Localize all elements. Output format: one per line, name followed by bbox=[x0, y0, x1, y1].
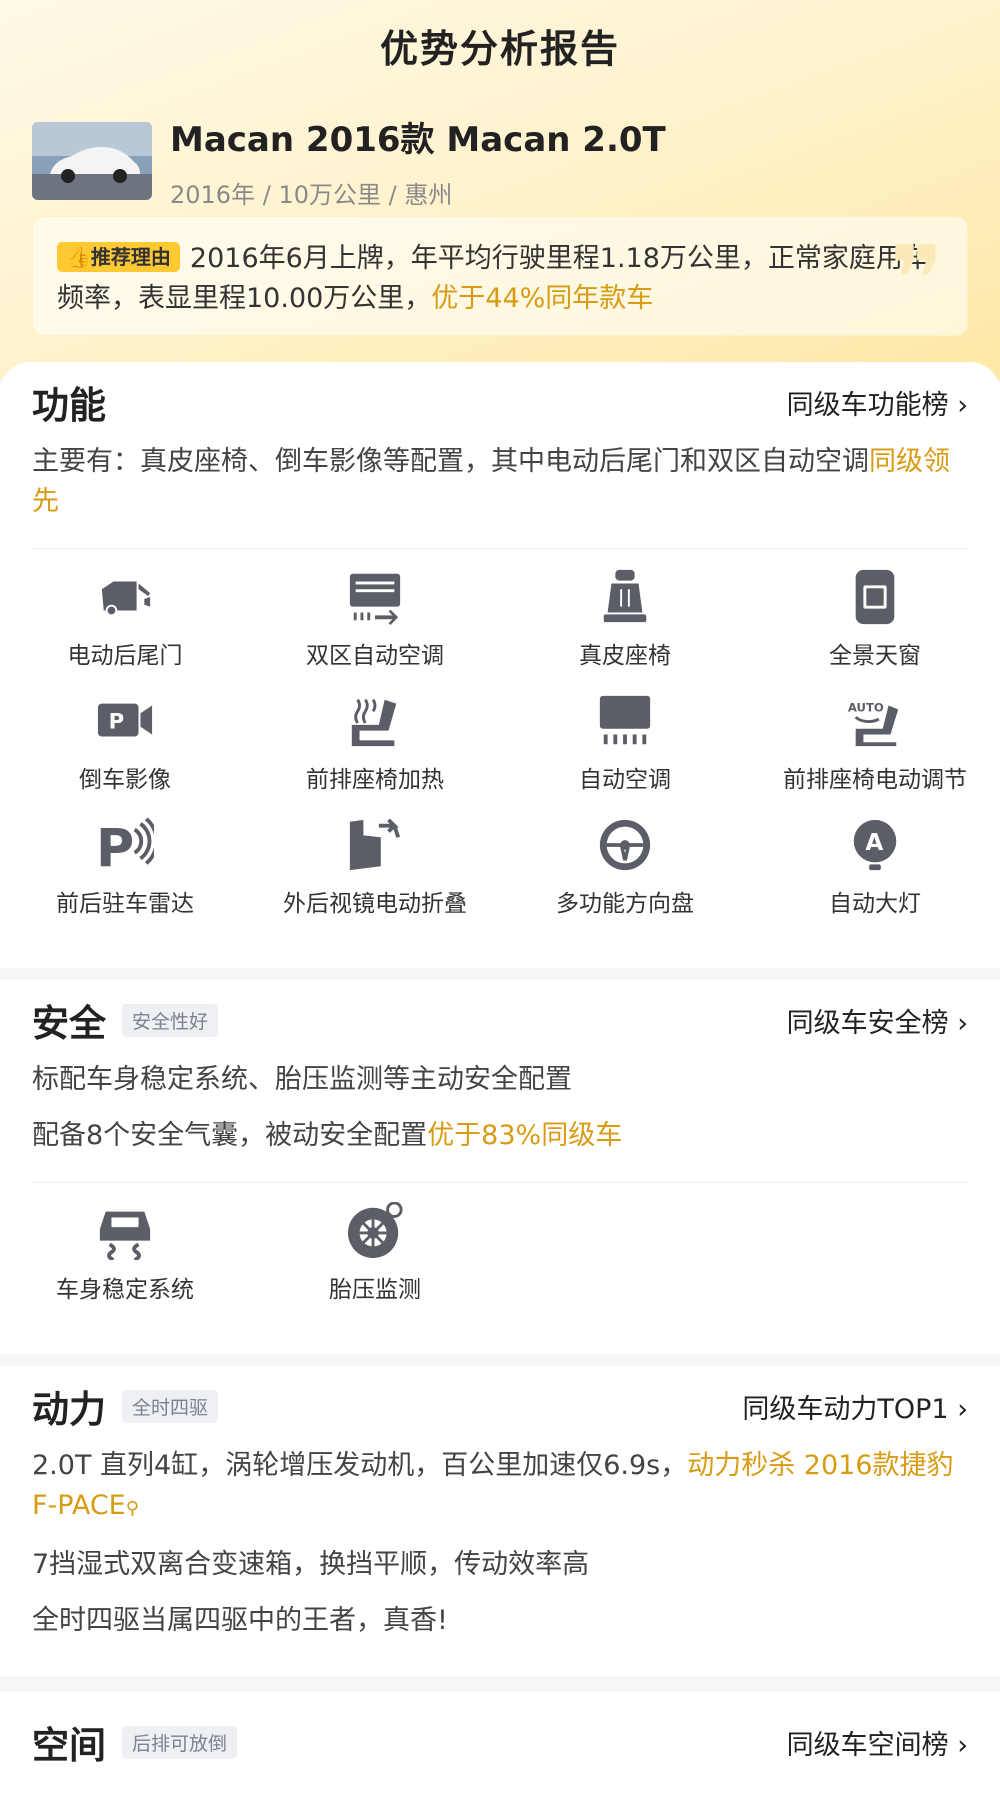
power-seat-adjust-icon bbox=[846, 692, 904, 750]
car-meta: 2016年 / 10万公里 / 惠州 bbox=[170, 175, 666, 210]
power-rank-link[interactable]: 同级车动力TOP1 › bbox=[742, 1387, 968, 1426]
tire-pressure-icon bbox=[346, 1202, 404, 1260]
recommend-tag: 👍推荐理由 bbox=[57, 242, 180, 272]
function-desc-text: 主要有：真皮座椅、倒车影像等配置，其中电动后尾门和双区自动空调 bbox=[32, 446, 869, 477]
power-line-3: 全时四驱当属四驱中的王者，真香! bbox=[32, 1605, 448, 1636]
auto-headlight-icon bbox=[846, 816, 904, 874]
auto-ac-icon bbox=[596, 692, 654, 750]
safety-line-2: 配备8个安全气囊，被动安全配置优于83%同级车 bbox=[32, 1116, 968, 1156]
feature-label: 前后驻车雷达 bbox=[56, 891, 194, 917]
meta-separator: / bbox=[262, 181, 271, 209]
feature-item[interactable]: 倒车影像 bbox=[0, 681, 250, 805]
safety-desc: 标配车身稳定系统、胎压监测等主动安全配置 配备8个安全气囊，被动安全配置优于83… bbox=[32, 1060, 968, 1156]
feature-item[interactable]: 自动大灯 bbox=[750, 805, 1000, 929]
space-rank-link[interactable]: 同级车空间榜 › bbox=[787, 1723, 968, 1762]
meta-separator: / bbox=[388, 181, 397, 209]
feature-item[interactable]: 前后驻车雷达 bbox=[0, 805, 250, 929]
recommend-reason-box: 👍推荐理由 2016年6月上牌，年平均行驶里程1.18万公里，正常家庭用车频率，表… bbox=[32, 216, 968, 336]
safety-header: 安全 安全性好 同级车安全榜 › bbox=[32, 980, 968, 1060]
feature-item[interactable]: 车身稳定系统 bbox=[0, 1191, 250, 1315]
space-header: 空间 后排可放倒 同级车空间榜 › bbox=[32, 1692, 968, 1792]
space-badge: 后排可放倒 bbox=[122, 1725, 238, 1759]
reverse-camera-icon bbox=[96, 692, 154, 750]
feature-label: 真皮座椅 bbox=[579, 643, 671, 669]
power-section: 动力 全时四驱 同级车动力TOP1 › 2.0T 直列4缸，涡轮增压发动机，百公里… bbox=[0, 1366, 1000, 1676]
car-city: 惠州 bbox=[404, 181, 453, 209]
feature-item[interactable]: 多功能方向盘 bbox=[500, 805, 750, 929]
car-mileage: 10万公里 bbox=[278, 181, 381, 209]
function-feature-grid: 电动后尾门 双区自动空调 真皮座椅 全景天窗 倒车影像 前排座椅加热 自动空调 … bbox=[0, 557, 1000, 929]
safety-rank-link[interactable]: 同级车安全榜 › bbox=[787, 1001, 968, 1040]
power-tailgate-icon bbox=[96, 568, 154, 626]
function-section: 功能 同级车功能榜 › 主要有：真皮座椅、倒车影像等配置，其中电动后尾门和双区自… bbox=[0, 362, 1000, 968]
function-header: 功能 同级车功能榜 › bbox=[32, 362, 968, 442]
space-section: 空间 后排可放倒 同级车空间榜 › bbox=[0, 1692, 1000, 1801]
function-rank-link[interactable]: 同级车功能榜 › bbox=[787, 383, 968, 422]
feature-item[interactable]: 胎压监测 bbox=[250, 1191, 500, 1315]
function-desc: 主要有：真皮座椅、倒车影像等配置，其中电动后尾门和双区自动空调同级领先 bbox=[32, 442, 968, 522]
feature-item[interactable]: 自动空调 bbox=[500, 681, 750, 805]
power-line-1: 2.0T 直列4缸，涡轮增压发动机，百公里加速仅6.9s，动力秒杀 2016款捷… bbox=[32, 1446, 968, 1529]
power-line-1-text: 2.0T 直列4缸，涡轮增压发动机，百公里加速仅6.9s， bbox=[32, 1450, 688, 1481]
search-icon[interactable]: ⚲ bbox=[126, 1498, 139, 1519]
car-year: 2016年 bbox=[170, 181, 256, 209]
feature-label: 车身稳定系统 bbox=[56, 1277, 194, 1303]
feature-label: 多功能方向盘 bbox=[556, 891, 694, 917]
feature-item[interactable]: 电动后尾门 bbox=[0, 557, 250, 681]
feature-label: 双区自动空调 bbox=[306, 643, 444, 669]
feature-label: 自动大灯 bbox=[829, 891, 921, 917]
feature-label: 前排座椅加热 bbox=[306, 767, 444, 793]
reason-highlight: 优于44%同年款车 bbox=[431, 283, 654, 314]
parking-radar-icon bbox=[96, 816, 154, 874]
feature-label: 前排座椅电动调节 bbox=[783, 767, 967, 793]
power-line-2: 7挡湿式双离合变速箱，换挡平顺，传动效率高 bbox=[32, 1549, 590, 1580]
power-header: 动力 全时四驱 同级车动力TOP1 › bbox=[32, 1366, 968, 1446]
power-title: 动力 bbox=[32, 1388, 106, 1431]
panoramic-sunroof-icon bbox=[846, 568, 904, 626]
dual-zone-ac-icon bbox=[346, 568, 404, 626]
header-area: 优势分析报告 Macan 2016款 Macan 2.0T 2016年 / 10… bbox=[0, 0, 1000, 380]
feature-label: 全景天窗 bbox=[829, 643, 921, 669]
recommend-tag-label: 推荐理由 bbox=[90, 245, 171, 269]
feature-label: 自动空调 bbox=[579, 767, 671, 793]
car-name: Macan 2016款 Macan 2.0T bbox=[170, 120, 666, 160]
leather-seat-icon bbox=[596, 568, 654, 626]
car-info[interactable]: Macan 2016款 Macan 2.0T 2016年 / 10万公里 / 惠… bbox=[32, 112, 666, 210]
divider bbox=[32, 1182, 968, 1183]
steering-wheel-icon bbox=[596, 816, 654, 874]
feature-item[interactable]: 前排座椅加热 bbox=[250, 681, 500, 805]
power-badge: 全时四驱 bbox=[122, 1389, 219, 1423]
feature-item[interactable]: 全景天窗 bbox=[750, 557, 1000, 681]
thumbs-up-icon: 👍 bbox=[66, 245, 91, 269]
feature-label: 倒车影像 bbox=[79, 767, 171, 793]
safety-title: 安全 bbox=[32, 1002, 106, 1045]
quote-deco-icon: ❞ bbox=[890, 227, 943, 332]
safety-line-1: 标配车身稳定系统、胎压监测等主动安全配置 bbox=[32, 1064, 572, 1095]
safety-badge: 安全性好 bbox=[122, 1003, 219, 1037]
feature-label: 电动后尾门 bbox=[67, 643, 183, 669]
feature-label: 胎压监测 bbox=[329, 1277, 421, 1303]
safety-section: 安全 安全性好 同级车安全榜 › 标配车身稳定系统、胎压监测等主动安全配置 配备8… bbox=[0, 980, 1000, 1354]
power-title-wrap: 动力 全时四驱 bbox=[32, 1379, 219, 1433]
seat-heating-icon bbox=[346, 692, 404, 750]
safety-highlight: 优于83%同级车 bbox=[427, 1120, 623, 1151]
car-thumbnail[interactable] bbox=[32, 122, 152, 200]
feature-item[interactable]: 双区自动空调 bbox=[250, 557, 500, 681]
space-title-wrap: 空间 后排可放倒 bbox=[32, 1715, 238, 1769]
mirror-fold-icon bbox=[346, 816, 404, 874]
page-title: 优势分析报告 bbox=[379, 27, 620, 71]
safety-line-2-text: 配备8个安全气囊，被动安全配置 bbox=[32, 1120, 428, 1151]
divider bbox=[32, 548, 968, 549]
feature-item[interactable]: 真皮座椅 bbox=[500, 557, 750, 681]
function-title: 功能 bbox=[32, 384, 106, 427]
safety-title-wrap: 安全 安全性好 bbox=[32, 993, 219, 1047]
stability-control-icon bbox=[96, 1202, 154, 1260]
feature-item[interactable]: 前排座椅电动调节 bbox=[750, 681, 1000, 805]
safety-feature-grid: 车身稳定系统 胎压监测 bbox=[0, 1191, 1000, 1315]
space-title: 空间 bbox=[32, 1724, 106, 1767]
power-desc: 2.0T 直列4缸，涡轮增压发动机，百公里加速仅6.9s，动力秒杀 2016款捷… bbox=[32, 1446, 968, 1641]
feature-item[interactable]: 外后视镜电动折叠 bbox=[250, 805, 500, 929]
feature-label: 外后视镜电动折叠 bbox=[283, 891, 467, 917]
